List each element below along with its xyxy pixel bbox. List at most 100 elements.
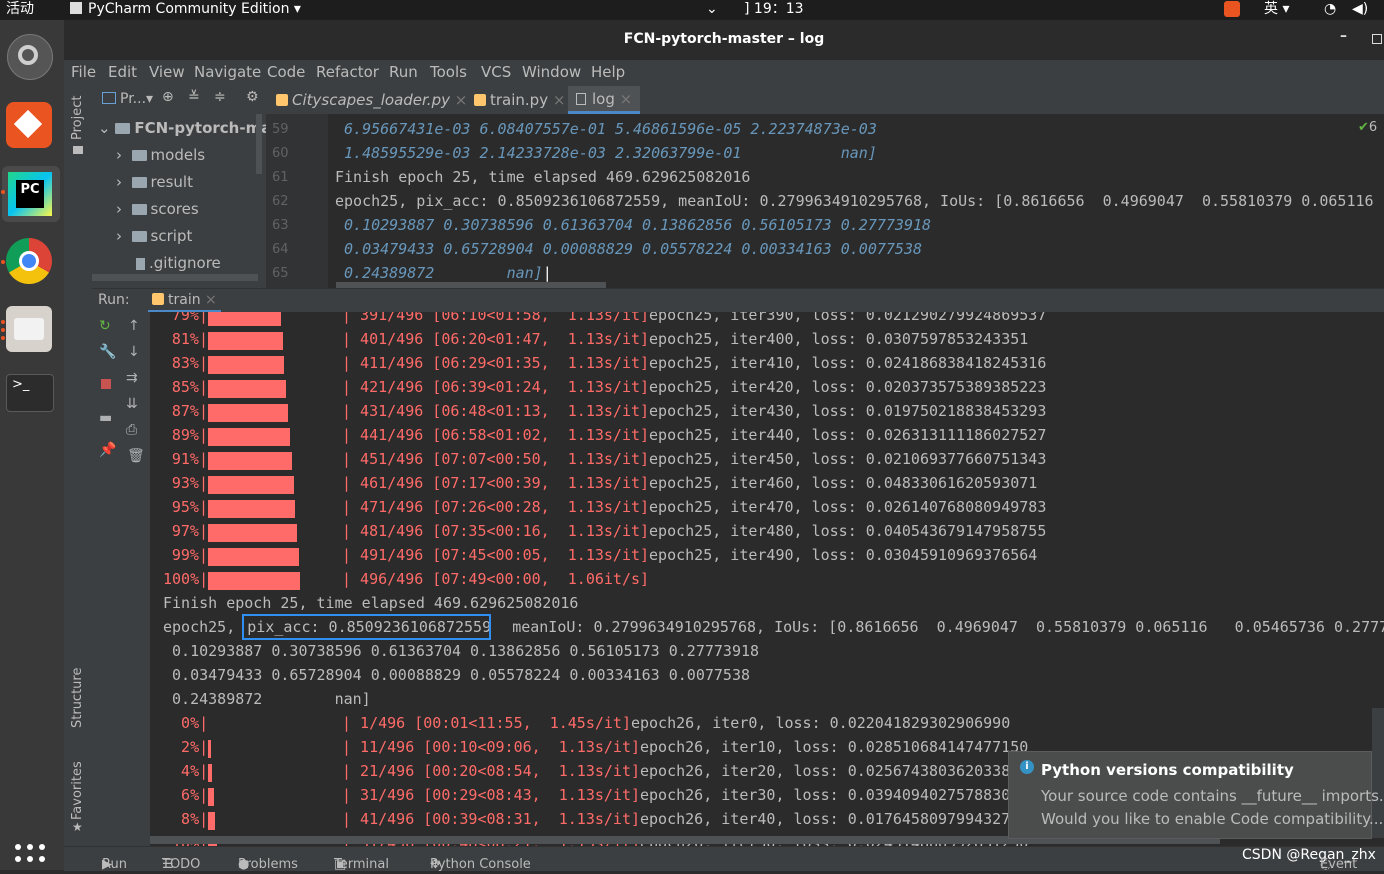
activities-button[interactable]: 活动 [6, 0, 34, 18]
horizontal-scrollbar[interactable] [92, 274, 258, 281]
menu-code[interactable]: Code [267, 63, 305, 81]
tree-item-result[interactable]: › result [116, 169, 193, 195]
menu-run[interactable]: Run [389, 63, 418, 81]
editor-line: 1.48595529e-03 2.14233728e-03 2.32063799… [335, 144, 877, 162]
progress-bar [208, 428, 290, 446]
terminal-icon[interactable]: >_ [6, 374, 54, 412]
line-number: 65 [272, 266, 289, 281]
project-view-dropdown[interactable]: Pr...▾ [120, 91, 153, 107]
menu-window[interactable]: Window [522, 63, 581, 81]
volume-icon[interactable]: ◀) [1352, 0, 1368, 18]
menu-file[interactable]: File [71, 63, 96, 81]
tab-label: log [592, 90, 615, 108]
running-indicator [1, 328, 5, 332]
menu-help[interactable]: Help [591, 63, 625, 81]
progress-log: epoch25, iter450, loss: 0.02106937766075… [649, 450, 1047, 468]
rerun-icon[interactable]: ↻ [99, 318, 111, 334]
minimize-icon[interactable]: – [1340, 28, 1347, 44]
layout-icon[interactable]: ▬ [99, 410, 112, 426]
maximize-icon[interactable] [1372, 34, 1382, 44]
tab-cityscapes-loader[interactable]: Cityscapes_loader.py × [276, 91, 467, 109]
tab-log[interactable]: log × [568, 86, 641, 114]
calendar-chevron-icon[interactable]: ⌄ [706, 0, 718, 18]
progress-stats: | 451/496 [07:07<00:50, 1.13s/it] [342, 450, 650, 468]
project-view-icon [102, 92, 116, 104]
favorites-tool-tab[interactable]: Favorites [70, 761, 85, 820]
expand-all-icon[interactable]: ≚ [188, 89, 200, 105]
show-apps-grid-icon[interactable] [14, 842, 46, 870]
close-icon[interactable]: × [455, 91, 468, 109]
pycharm-active-slot[interactable]: PC [2, 166, 60, 222]
gear-icon[interactable]: ⚙ [246, 89, 259, 105]
tab-train[interactable]: train.py × [474, 91, 565, 109]
menu-view[interactable]: View [149, 63, 185, 81]
progress-percent: 4%| [163, 762, 209, 780]
menu-edit[interactable]: Edit [108, 63, 137, 81]
menu-tools[interactable]: Tools [430, 63, 467, 81]
progress-bar [208, 404, 288, 422]
app-menu-label: PyCharm Community Edition [88, 1, 290, 17]
project-root[interactable]: ⌄ FCN-pytorch-mas [98, 115, 280, 141]
tree-item-label: scores [150, 200, 199, 218]
line-number: 59 [272, 122, 289, 137]
progress-stats: | 471/496 [07:26<00:28, 1.13s/it] [342, 498, 650, 516]
close-icon[interactable]: × [620, 90, 633, 108]
files-icon[interactable] [6, 306, 52, 352]
vertical-scrollbar[interactable] [256, 114, 262, 174]
close-icon[interactable]: × [553, 91, 566, 109]
up-arrow-icon[interactable]: ↑ [128, 318, 140, 334]
tree-item-gitignore[interactable]: .gitignore [136, 250, 221, 276]
locate-icon[interactable]: ⊕ [162, 89, 174, 105]
tree-item-models[interactable]: › models [116, 142, 205, 168]
wifi-icon[interactable]: ◔ [1324, 0, 1336, 18]
progress-log: epoch26, iter20, loss: 0.025674380362033… [639, 762, 1029, 780]
notification-balloon[interactable]: i Python versions compatibility Your sou… [1008, 751, 1384, 839]
tab-label: Cityscapes_loader.py [292, 91, 450, 109]
run-tab-train[interactable]: train × [148, 289, 221, 313]
close-icon[interactable]: × [205, 292, 217, 308]
progress-percent: 0%| [163, 714, 209, 732]
notification-link[interactable]: Would you like to enable Code compatibil… [1041, 810, 1383, 828]
progress-bar [208, 476, 294, 494]
line-number: 63 [272, 218, 289, 233]
anydesk-remote-icon[interactable] [6, 102, 52, 148]
tab-label: train.py [490, 91, 549, 109]
progress-percent: 100%| [163, 570, 209, 588]
scroll-to-end-icon[interactable]: ⇊ [126, 396, 138, 412]
progress-stats: | 21/496 [00:20<08:54, 1.13s/it] [342, 762, 641, 780]
text-file-icon [576, 93, 586, 105]
tree-item-scores[interactable]: › scores [116, 196, 199, 222]
collapse-all-icon[interactable]: ≑ [214, 89, 226, 105]
iou-line: 0.10293887 0.30738596 0.61363704 0.13862… [163, 642, 760, 660]
input-method-indicator[interactable]: 英 ▾ [1264, 0, 1289, 18]
stop-icon[interactable] [101, 379, 111, 389]
inspection-widget[interactable]: ✔6 [1358, 120, 1377, 135]
menu-refactor[interactable]: Refactor [316, 63, 379, 81]
editor-line-text: 0.03479433 0.65728904 0.00088829 0.05578… [335, 240, 922, 258]
soft-wrap-icon[interactable]: ⇉ [126, 370, 138, 386]
trash-icon[interactable]: 🗑 [127, 448, 145, 464]
print-icon[interactable]: ⎙ [126, 422, 137, 438]
project-tool-tab[interactable]: Project [70, 96, 85, 140]
structure-tool-tab[interactable]: Structure [70, 668, 85, 728]
menu-vcs[interactable]: VCS [481, 63, 511, 81]
editor-tabs: Cityscapes_loader.py × train.py × log × [266, 86, 1384, 114]
settings-gear-icon[interactable] [7, 34, 53, 80]
tray-app-icon[interactable] [1224, 1, 1240, 17]
progress-bar [208, 312, 281, 326]
editor-line: 0.24389872 nan]| [335, 264, 552, 282]
progress-log: epoch25, iter400, loss: 0.03075978532433… [649, 330, 1029, 348]
editor-area[interactable]: 6.95667431e-03 6.08407557e-01 5.46861596… [328, 114, 1384, 288]
wrench-icon[interactable]: 🔧 [99, 344, 116, 360]
progress-log: epoch25, iter470, loss: 0.02614076808094… [649, 498, 1047, 516]
progress-percent: 99%| [171, 546, 208, 564]
chrome-icon[interactable] [6, 238, 52, 284]
app-menu[interactable]: PyCharm Community Edition ▾ [70, 0, 301, 18]
dock: PC >_ [0, 20, 64, 870]
down-arrow-icon[interactable]: ↓ [128, 344, 140, 360]
tree-item-script[interactable]: › script [116, 223, 192, 249]
chevron-right-icon: › [116, 200, 122, 218]
clock[interactable]: ] 19：13 [744, 0, 804, 18]
menu-navigate[interactable]: Navigate [194, 63, 261, 81]
pin-icon[interactable]: 📌 [99, 442, 116, 458]
